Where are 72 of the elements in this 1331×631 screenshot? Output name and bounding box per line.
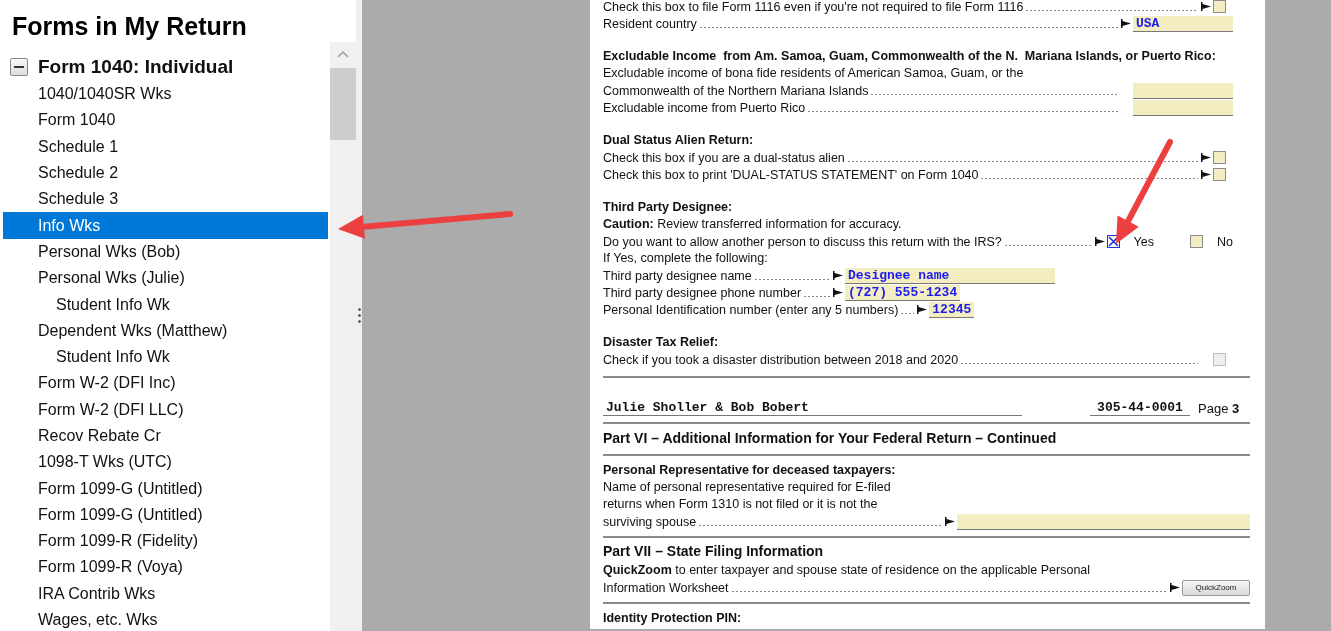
checkbox[interactable]	[1213, 168, 1226, 181]
field-label: Check this box if you are a dual-status alien	[603, 150, 845, 165]
tree-item[interactable]: Recov Rebate Cr	[3, 422, 328, 450]
checkbox[interactable]	[1190, 235, 1203, 248]
field-label: surviving spouse	[603, 514, 697, 529]
tree-item[interactable]: Form 1099-R (Voya)	[3, 554, 328, 581]
input-field[interactable]: USA	[1133, 15, 1233, 32]
scroll-up-icon[interactable]	[337, 50, 349, 58]
checkbox[interactable]	[1213, 0, 1226, 13]
checkbox[interactable]	[1213, 151, 1226, 164]
tree-item[interactable]: Schedule 1	[3, 133, 328, 160]
input-field[interactable]: Designee name	[845, 267, 1055, 284]
section-heading: Dual Status Alien Return:	[603, 132, 755, 149]
taxpayer-names: Julie Sholler & Bob Bobert	[603, 400, 1022, 416]
form-text: If Yes, complete the following:	[603, 250, 769, 267]
field-label: Third party designee phone number	[603, 285, 802, 300]
tree-item[interactable]: Personal Wks (Julie)	[3, 265, 328, 292]
panel-title: Forms in My Return	[11, 11, 248, 42]
section-heading: Disaster Tax Relief:	[603, 334, 720, 351]
form-text: returns when Form 1310 is not filed or it is not the	[603, 496, 879, 513]
input-field[interactable]	[957, 513, 1250, 530]
tree-item[interactable]: Form W-2 (DFI Inc)	[3, 370, 328, 397]
tree-item[interactable]: Wages, etc. Wks	[3, 606, 328, 631]
field-label: Check this box to file Form 1116 even if you're not required to file Form 1116	[603, 0, 1024, 14]
input-field[interactable]: (727) 555-1234	[845, 284, 961, 301]
field-label: Commonwealth of the Northern Mariana Islands	[603, 83, 869, 98]
part-title: Part VII – State Filing Information	[603, 542, 825, 561]
form-text: QuickZoom to enter taxpayer and spouse state of residence on the applicable Personal	[603, 562, 1092, 579]
section-heading: Excludable Income from Am. Samoa, Guam, Commonwealth of the N. Mariana Islands, or Puerto Rico:	[603, 48, 1217, 65]
field-label: Check if you took a disaster distribution between 2018 and 2020	[603, 352, 959, 367]
tree-item[interactable]: Student Info Wk	[3, 291, 328, 318]
tree-item[interactable]: 1040/1040SR Wks	[3, 81, 328, 108]
input-field[interactable]	[1133, 99, 1233, 116]
scrollbar[interactable]	[330, 42, 356, 631]
input-field[interactable]: 12345	[929, 301, 975, 318]
splitter-grip-icon[interactable]	[357, 308, 361, 323]
tree-item[interactable]: Form 1099-R (Fidelity)	[3, 528, 328, 555]
tree-item[interactable]: Schedule 2	[3, 159, 328, 187]
tree-item[interactable]: Form W-2 (DFI LLC)	[3, 396, 328, 423]
tree-item[interactable]: Form 1040: Individual	[3, 53, 328, 81]
field-label: Resident country	[603, 16, 697, 31]
tree-item[interactable]: Form 1040	[3, 107, 328, 134]
field-label: Excludable income from Puerto Rico	[603, 100, 806, 115]
section-heading: Third Party Designee:	[603, 199, 734, 216]
option-label: Yes	[1133, 234, 1154, 249]
field-label: Information Worksheet	[603, 580, 729, 595]
tree-item[interactable]: Dependent Wks (Matthew)	[3, 317, 328, 344]
quickzoom-button[interactable]: QuickZoom	[1182, 579, 1250, 596]
field-label: Personal Identification number (enter any 5 numbers)	[603, 302, 899, 317]
tree-item[interactable]: Personal Wks (Bob)	[3, 238, 328, 266]
tree-item[interactable]: Form 1099-G (Untitled)	[3, 475, 328, 502]
tree-item[interactable]: 1098-T Wks (UTC)	[3, 449, 328, 476]
tree-item[interactable]: Schedule 3	[3, 186, 328, 213]
tree-item[interactable]: Student Info Wk	[3, 343, 328, 371]
ssn-number: 305-44-0001	[1090, 400, 1190, 416]
field-label: Check this box to print 'DUAL-STATUS STATEMENT' on Form 1040	[603, 167, 979, 182]
section-heading: Personal Representative for deceased taxpayers:	[603, 462, 897, 479]
tree-item[interactable]: Form 1099-G (Untitled)	[3, 501, 328, 529]
part-title: Part VI – Additional Information for Your Federal Return – Continued	[603, 429, 1058, 448]
page-number: Page 3	[1198, 401, 1240, 416]
tree-item[interactable]: IRA Contrib Wks	[3, 580, 328, 607]
field-label: Third party designee name	[603, 268, 752, 283]
scroll-thumb[interactable]	[330, 68, 356, 140]
section-heading: Identity Protection PIN:	[603, 610, 743, 627]
input-field[interactable]	[1133, 82, 1233, 99]
tree-item[interactable]: Info Wks	[3, 212, 328, 239]
field-label: Do you want to allow another person to discuss this return with the IRS?	[603, 234, 1002, 249]
collapse-icon[interactable]	[10, 58, 28, 76]
form-text: Excludable income of bona fide residents of American Samoa, Guam, or the	[603, 65, 1025, 82]
option-label: No	[1217, 234, 1233, 249]
form-text: Caution: Review transferred information for accuracy.	[603, 216, 903, 233]
form-text: Name of personal representative required for E-filed	[603, 479, 892, 496]
